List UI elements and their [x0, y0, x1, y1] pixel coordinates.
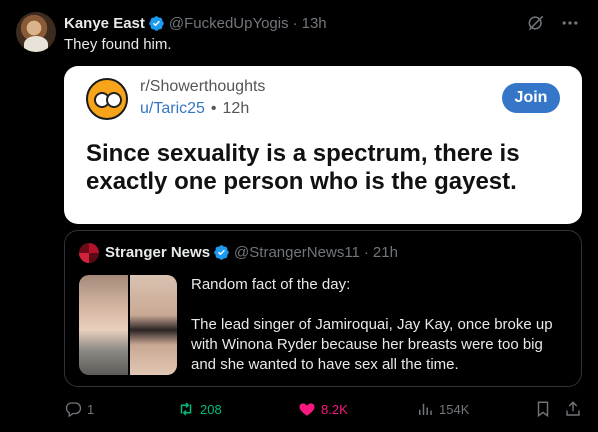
share-button[interactable] — [564, 400, 582, 418]
reply-count: 1 — [87, 401, 95, 417]
quoted-tweet[interactable]: Stranger News @StrangerNews11 · 21h Rand… — [64, 230, 582, 387]
quoted-author-avatar[interactable] — [79, 243, 99, 263]
subreddit-avatar — [86, 78, 128, 120]
verified-badge-icon — [149, 15, 164, 31]
like-count: 8.2K — [321, 401, 348, 417]
tweet-header: Kanye East @FuckedUpYogis · 13h — [64, 13, 327, 33]
quoted-tweet-text: Random fact of the day: The lead singer … — [191, 276, 553, 373]
view-count: 154K — [439, 401, 470, 417]
author-avatar[interactable] — [16, 12, 56, 52]
reply-icon — [65, 402, 82, 418]
reddit-post-title: Since sexuality is a spectrum, there is … — [86, 140, 520, 195]
views-button[interactable]: 154K — [416, 400, 469, 418]
verified-badge-icon — [214, 245, 229, 260]
reddit-screenshot-card[interactable]: r/Showerthoughts u/Taric25 • 12h Join Si… — [64, 66, 582, 224]
grok-icon[interactable] — [526, 13, 546, 33]
share-icon — [566, 401, 580, 416]
like-button[interactable]: 8.2K — [298, 400, 348, 418]
more-icon[interactable] — [560, 13, 580, 33]
thumbnail-photo-left — [79, 275, 128, 375]
subreddit-name: r/Showerthoughts — [140, 78, 266, 95]
bookmark-icon — [537, 401, 549, 418]
quoted-author-name[interactable]: Stranger News — [105, 244, 210, 261]
retweet-count: 208 — [200, 401, 222, 417]
bookmark-button[interactable] — [534, 400, 552, 418]
thumbnail-photo-right — [128, 275, 177, 375]
quoted-tweet-header: Stranger News @StrangerNews11 · 21h — [105, 244, 398, 261]
reddit-post-meta: u/Taric25 • 12h — [140, 100, 249, 118]
reddit-username: u/Taric25 — [140, 100, 205, 117]
tweet-time[interactable]: 13h — [302, 15, 327, 32]
reddit-meta-separator: • — [210, 100, 217, 117]
quoted-header-separator: · — [363, 244, 369, 261]
views-icon — [419, 403, 432, 415]
quoted-media-thumbnail[interactable] — [79, 275, 177, 375]
author-handle[interactable]: @FuckedUpYogis — [169, 15, 289, 32]
retweet-button[interactable]: 208 — [177, 400, 222, 418]
join-button: Join — [502, 83, 560, 113]
heart-icon — [299, 403, 315, 416]
author-name[interactable]: Kanye East — [64, 15, 145, 32]
quoted-author-handle[interactable]: @StrangerNews11 — [234, 244, 360, 261]
reply-button[interactable]: 1 — [64, 400, 94, 418]
retweet-icon — [180, 402, 192, 416]
header-separator: · — [292, 14, 298, 32]
tweet-top-icons — [526, 13, 580, 33]
tweet-text: They found him. — [64, 36, 172, 53]
tweet-action-bar: 1 208 8.2K 154K — [64, 400, 582, 420]
quoted-tweet-time: 21h — [372, 244, 398, 261]
reddit-post-time: 12h — [222, 100, 250, 117]
